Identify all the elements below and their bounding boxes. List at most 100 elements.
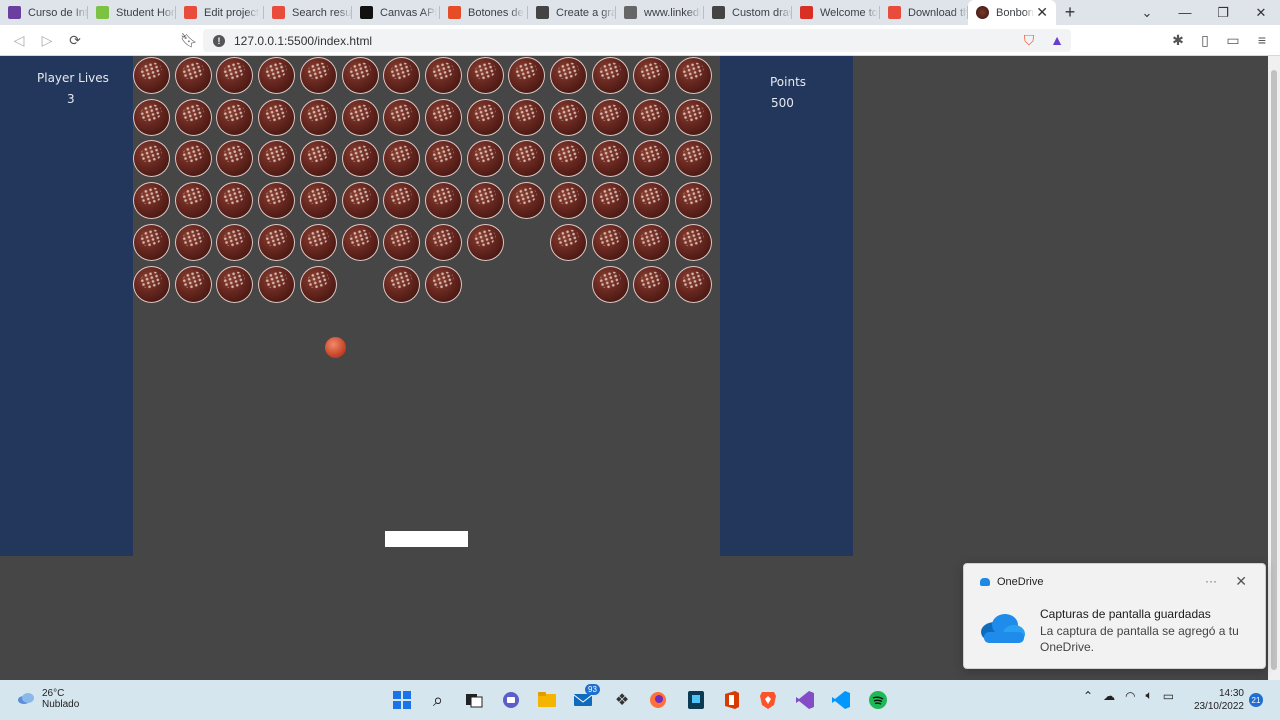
minimize-icon[interactable]: — (1166, 5, 1204, 20)
bonbon-brick (258, 182, 296, 220)
bonbon-brick (383, 182, 421, 220)
task-view-icon[interactable] (462, 688, 486, 712)
document-icon (536, 6, 549, 19)
bonbon-brick (133, 265, 170, 303)
browser-tab[interactable]: Create a gra (528, 0, 616, 25)
bonbon-brick (216, 182, 254, 220)
tab-title: Custom draw (732, 6, 792, 19)
bonbon-brick (383, 57, 421, 94)
chevron-up-icon[interactable]: ⌃ (1083, 689, 1093, 703)
browser-tab[interactable]: Botones de (440, 0, 528, 25)
bonbon-brick (633, 98, 671, 136)
onedrive-tray-icon[interactable]: ☁︎ (1103, 689, 1115, 703)
volume-icon[interactable]: 🔈︎ (1146, 688, 1153, 703)
bonbon-brick (133, 57, 170, 94)
wallet-icon[interactable]: ▭ (1219, 26, 1247, 54)
bonbon-brick (466, 182, 504, 220)
menu-icon[interactable]: ≡ (1248, 26, 1276, 54)
browser-tab[interactable]: Curso de Intr (0, 0, 88, 25)
tab-search-icon[interactable]: ⌄ (1128, 5, 1166, 21)
bookmark-icon[interactable]: 🔖︎ (175, 26, 203, 54)
firefox-icon[interactable] (646, 688, 670, 712)
brave-rewards-icon[interactable]: ▲ (1043, 26, 1071, 54)
paddle[interactable] (385, 531, 468, 547)
brave-shields-icon[interactable]: ⛉ (1015, 26, 1043, 54)
bonbon-brick (133, 182, 170, 220)
battery-icon[interactable]: ▭ (1163, 689, 1174, 703)
bonbon-brick (258, 265, 296, 303)
browser-tab[interactable]: Custom draw (704, 0, 792, 25)
bonbon-brick (424, 182, 462, 220)
start-icon[interactable] (390, 688, 414, 712)
scrollbar-thumb[interactable] (1271, 70, 1277, 670)
browser-tab[interactable]: Download th (880, 0, 968, 25)
page-scrollbar[interactable] (1268, 56, 1280, 680)
bonbon-brick (508, 98, 546, 136)
back-button[interactable]: ◁ (5, 26, 33, 54)
onedrive-notification[interactable]: OneDrive ··· ✕ Capturas de pantalla guar… (963, 563, 1266, 669)
bonbon-brick (466, 98, 504, 136)
dropbox-icon[interactable]: ❖ (610, 688, 634, 712)
tab-title: Botones de (468, 6, 524, 19)
bonbon-brick (675, 182, 713, 220)
tab-title: Curso de Intr (28, 6, 88, 19)
onedrive-cloud-icon (981, 614, 1025, 643)
browser-tab-strip: Curso de Intr Student Hom Edit project Sear… (0, 0, 1280, 25)
bonbon-brick (258, 140, 296, 178)
more-options-icon[interactable]: ··· (1205, 574, 1217, 588)
extensions-icon[interactable]: ✱ (1164, 26, 1192, 54)
browser-tab-active[interactable]: Bonbon ✕ (968, 0, 1056, 25)
bonbon-brick (174, 182, 212, 220)
sidebar-icon[interactable]: ▯ (1191, 26, 1219, 54)
visual-studio-icon[interactable] (793, 688, 817, 712)
browser-tab[interactable]: Student Hom (88, 0, 176, 25)
reload-button[interactable]: ⟳ (61, 26, 89, 54)
bonbon-brick (675, 265, 713, 303)
file-explorer-icon[interactable] (535, 688, 559, 712)
mail-icon[interactable]: 93 (571, 684, 600, 712)
browser-tab[interactable]: Canvas API (352, 0, 440, 25)
forward-button[interactable]: ▷ (33, 26, 61, 54)
restore-icon[interactable]: ❐ (1204, 5, 1242, 21)
notebook-app-icon[interactable] (684, 688, 708, 712)
bonbon-brick (633, 140, 671, 178)
bonbon-brick (633, 57, 671, 94)
bonbon-brick (633, 265, 671, 303)
close-tab-icon[interactable]: ✕ (1036, 4, 1048, 21)
address-bar[interactable]: ! 127.0.0.1:5500/index.html (203, 29, 1071, 52)
bonbon-brick (675, 98, 713, 136)
tab-title: Edit project (204, 6, 260, 19)
wifi-icon[interactable]: ◠ (1125, 689, 1135, 703)
window-close-icon[interactable]: ✕ (1242, 5, 1280, 21)
game-board[interactable] (133, 56, 720, 556)
site-info-icon[interactable]: ! (213, 34, 225, 47)
browser-tab[interactable]: Search result (264, 0, 352, 25)
office-icon[interactable] (720, 688, 744, 712)
teams-chat-icon[interactable] (499, 688, 523, 712)
bonbon-brick (216, 98, 254, 136)
brave-browser-icon[interactable] (756, 688, 780, 712)
bonbon-brick (133, 140, 170, 178)
tab-title: Download th (908, 6, 968, 19)
bonbon-brick (216, 223, 254, 261)
weather-widget[interactable]: 26°C Nublado (16, 688, 79, 710)
close-icon[interactable]: ✕ (1235, 573, 1247, 590)
bonbon-brick (383, 223, 421, 261)
spotify-icon[interactable] (866, 688, 890, 712)
clock[interactable]: 14:30 23/10/2022 (1192, 687, 1244, 713)
tab-title: Search result (292, 6, 352, 19)
bonbon-brick (174, 223, 212, 261)
bonbon-brick (550, 182, 587, 220)
browser-tab[interactable]: Edit project (176, 0, 264, 25)
vscode-icon[interactable] (829, 688, 853, 712)
browser-tab[interactable]: www.linkedi (616, 0, 704, 25)
bonbon-brick (174, 140, 212, 178)
browser-tab[interactable]: Welcome to (792, 0, 880, 25)
bonbon-brick (216, 140, 254, 178)
new-tab-button[interactable]: + (1056, 0, 1084, 25)
tab-title: Bonbon (996, 6, 1034, 19)
weather-condition: Nublado (42, 699, 80, 710)
notification-count-badge[interactable]: 21 (1249, 693, 1263, 707)
search-icon[interactable]: ⌕ (426, 688, 450, 712)
mail-badge: 93 (585, 684, 600, 695)
